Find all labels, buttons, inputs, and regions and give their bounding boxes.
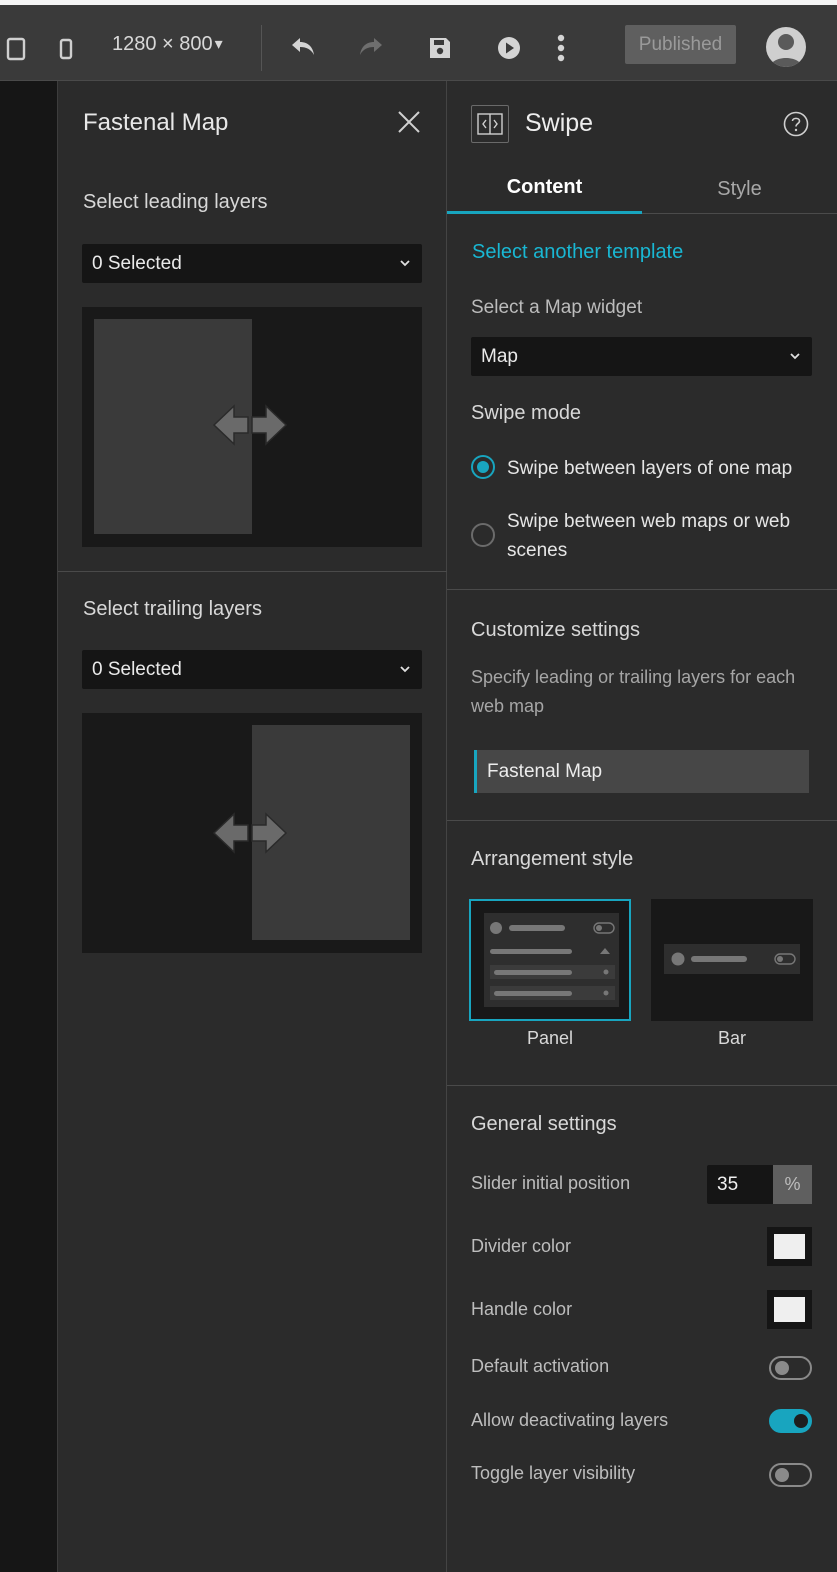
settings-tabs: Content Style <box>447 164 837 214</box>
select-template-link[interactable]: Select another template <box>472 241 683 264</box>
leading-layers-label: Select leading layers <box>83 191 268 213</box>
web-map-item[interactable]: Fastenal Map <box>474 750 809 793</box>
trailing-layers-preview <box>82 713 422 953</box>
allow-deactivating-toggle[interactable] <box>769 1409 812 1433</box>
customize-heading: Customize settings <box>471 619 640 641</box>
resolution-label: 1280 × 800 <box>112 32 213 55</box>
handle-color-swatch <box>774 1297 805 1322</box>
arrangement-heading: Arrangement style <box>471 848 634 870</box>
leading-layers-dropdown[interactable]: 0 Selected <box>82 244 422 283</box>
map-widget-label: Select a Map widget <box>471 297 643 318</box>
toggle-visibility-toggle[interactable] <box>769 1463 812 1487</box>
chevron-down-icon <box>400 260 410 267</box>
radio-button[interactable] <box>471 523 495 547</box>
swipe-widget-icon <box>471 105 509 143</box>
tab-style[interactable]: Style <box>642 164 837 214</box>
section-divider <box>447 1085 837 1086</box>
toolbar-divider <box>261 25 262 71</box>
customize-description: Specify leading or trailing layers for e… <box>471 667 796 716</box>
chevron-down-icon <box>790 353 800 360</box>
slider-position-input[interactable]: 35 <box>707 1165 773 1204</box>
arrangement-bar-label: Bar <box>717 1028 746 1048</box>
toggle-knob <box>775 1468 789 1482</box>
arrangement-panel-label: Panel <box>526 1028 574 1048</box>
redo-icon[interactable] <box>357 33 385 61</box>
user-avatar[interactable] <box>766 27 806 67</box>
caret-down-icon: ▾ <box>214 36 223 53</box>
arrangement-bar-option[interactable] <box>651 899 813 1021</box>
undo-icon[interactable] <box>289 33 317 61</box>
bar-layout-preview <box>664 944 800 974</box>
help-icon[interactable] <box>783 111 809 137</box>
tab-content[interactable]: Content <box>447 164 642 214</box>
trailing-layers-value: 0 Selected <box>92 658 182 680</box>
map-widget-dropdown[interactable]: Map <box>471 337 812 376</box>
handle-color-picker[interactable] <box>767 1290 812 1329</box>
more-options-icon[interactable] <box>552 33 570 63</box>
close-icon[interactable] <box>396 109 422 135</box>
allow-deactivating-label: Allow deactivating layers <box>471 1410 669 1430</box>
radio-label: Swipe between layers of one map <box>507 458 793 479</box>
divider-color-swatch <box>774 1234 805 1259</box>
map-widget-value: Map <box>481 345 518 367</box>
section-divider <box>447 589 837 590</box>
phone-icon[interactable] <box>56 37 76 61</box>
save-icon[interactable] <box>427 35 453 61</box>
published-button[interactable]: Published <box>625 25 736 64</box>
swipe-mode-heading: Swipe mode <box>471 402 582 424</box>
divider-color-picker[interactable] <box>767 1227 812 1266</box>
general-settings-heading: General settings <box>471 1113 617 1135</box>
arrangement-panel-option[interactable] <box>469 899 631 1021</box>
default-activation-toggle[interactable] <box>769 1356 812 1380</box>
toggle-visibility-label: Toggle layer visibility <box>471 1463 636 1483</box>
panel-layout-preview <box>484 913 619 1007</box>
slider-position-label: Slider initial position <box>471 1173 631 1193</box>
leading-layers-preview <box>82 307 422 547</box>
leading-layers-value: 0 Selected <box>92 252 182 274</box>
percent-unit: % <box>773 1165 812 1204</box>
section-divider <box>447 820 837 821</box>
swipe-mode-option-maps[interactable]: Swipe between web maps or web scenes <box>471 507 812 565</box>
play-preview-icon[interactable] <box>496 35 522 61</box>
trailing-layers-label: Select trailing layers <box>83 598 262 620</box>
swipe-settings-panel: Swipe Content Style Select another templ… <box>447 81 837 1572</box>
chevron-down-icon <box>400 666 410 673</box>
canvas-area <box>0 81 58 1572</box>
layer-selection-panel: Fastenal Map Select leading layers 0 Sel… <box>58 81 447 1572</box>
default-activation-label: Default activation <box>471 1356 610 1376</box>
swipe-arrows-icon <box>212 404 288 446</box>
swipe-arrows-icon <box>212 812 288 854</box>
section-divider <box>58 571 447 572</box>
top-toolbar: 1280 × 800 ▾ Published <box>0 0 837 81</box>
resolution-selector[interactable]: 1280 × 800 ▾ <box>112 29 223 59</box>
swipe-mode-option-layers[interactable]: Swipe between layers of one map <box>471 454 812 483</box>
widget-title: Swipe <box>525 109 594 137</box>
panel-title: Fastenal Map <box>83 109 229 136</box>
trailing-layers-dropdown[interactable]: 0 Selected <box>82 650 422 689</box>
divider-color-label: Divider color <box>471 1236 572 1256</box>
toggle-knob <box>794 1414 808 1428</box>
radio-label: Swipe between web maps or web scenes <box>507 511 791 561</box>
tablet-icon[interactable] <box>4 35 28 63</box>
radio-button[interactable] <box>471 455 495 479</box>
handle-color-label: Handle color <box>471 1299 573 1319</box>
toggle-knob <box>775 1361 789 1375</box>
